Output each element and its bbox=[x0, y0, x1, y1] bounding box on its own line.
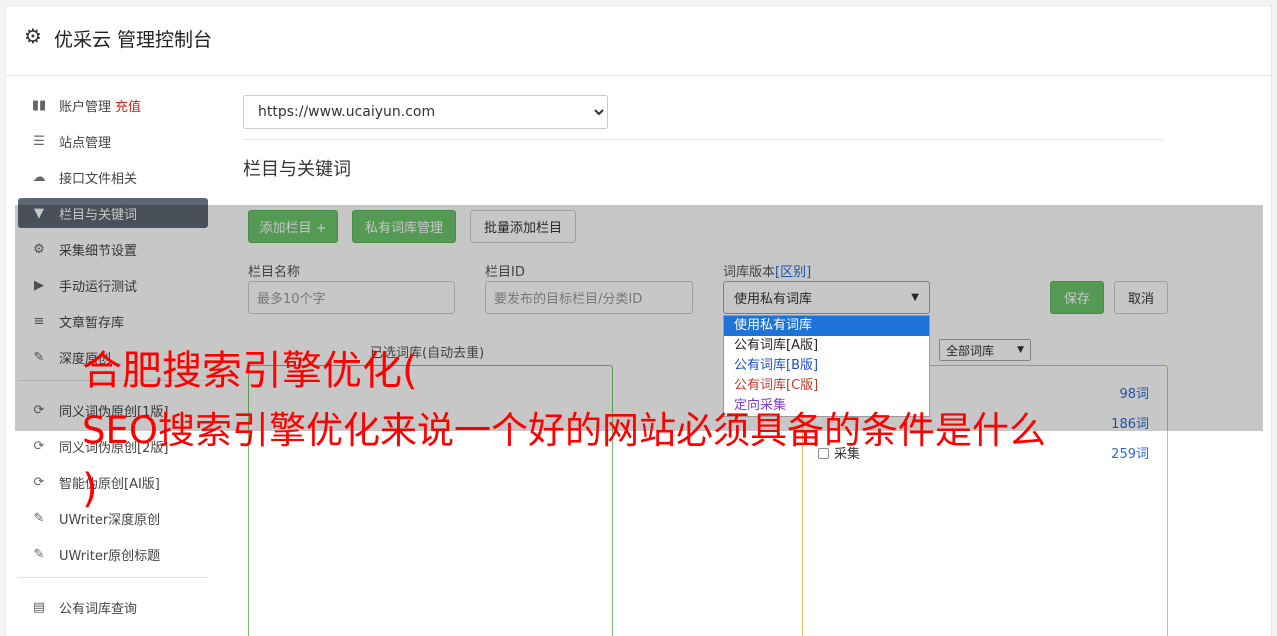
sidebar-item-label: 文章暂存库 bbox=[59, 315, 125, 331]
gear-icon: ⚙ bbox=[24, 24, 42, 48]
book-icon: ▤ bbox=[32, 599, 46, 615]
sidebar-item-collect-settings[interactable]: ⚙ 采集细节设置 bbox=[18, 234, 208, 264]
database-icon: ≡ bbox=[33, 313, 45, 329]
column-name-label: 栏目名称 bbox=[248, 265, 301, 280]
sidebar-item-ai-original[interactable]: ⟳ 智能伪原创[AI版] bbox=[18, 467, 208, 497]
sidebar-item-label: 手动运行测试 bbox=[59, 279, 138, 295]
filter-icon: ▼ bbox=[34, 205, 44, 221]
sidebar-item-label: 智能伪原创[AI版] bbox=[59, 476, 160, 492]
diff-link[interactable]: [区别] bbox=[775, 265, 811, 280]
divider bbox=[243, 139, 1163, 140]
column-id-label: 栏目ID bbox=[485, 265, 525, 280]
sidebar-item-interface[interactable]: ☁ 接口文件相关 bbox=[18, 162, 208, 192]
batch-add-button[interactable]: 批量添加栏目 bbox=[470, 210, 576, 243]
sidebar-item-label: UWriter原创标题 bbox=[59, 548, 161, 564]
sidebar-item-public-lib[interactable]: ▤ 公有词库查询 bbox=[18, 592, 208, 622]
sidebar-item-label: 公有词库查询 bbox=[59, 601, 138, 617]
sidebar-item-columns[interactable]: ▼ 栏目与关键词 bbox=[18, 198, 208, 228]
lib-version-label: 词库版本[区别] bbox=[723, 261, 811, 280]
lib-version-text: 词库版本 bbox=[723, 265, 776, 280]
refresh-icon: ⟳ bbox=[33, 402, 45, 418]
edit-icon: ✎ bbox=[33, 510, 45, 526]
recharge-link[interactable]: 充值 bbox=[115, 96, 141, 115]
site-select[interactable]: https://www.ucaiyun.com bbox=[243, 95, 608, 129]
sidebar-item-label: 站点管理 bbox=[59, 135, 112, 151]
sidebar-item-label: 采集细节设置 bbox=[59, 243, 138, 259]
edit-icon: ✎ bbox=[33, 546, 45, 562]
chevron-down-icon: ▼ bbox=[1017, 345, 1024, 355]
add-column-button[interactable]: 添加栏目 + bbox=[248, 210, 338, 243]
overlay-headline-1: 合肥搜索引擎优化( bbox=[82, 348, 418, 394]
sidebar-item-label: 接口文件相关 bbox=[59, 171, 138, 187]
header: ⚙ 优采云 管理控制台 bbox=[6, 6, 1271, 76]
sidebar-divider bbox=[18, 577, 208, 578]
page-title: 优采云 管理控制台 bbox=[54, 29, 213, 51]
sidebar-item-label: 栏目与关键词 bbox=[59, 207, 138, 223]
dropdown-option-public-c[interactable]: 公有词库[C版] bbox=[724, 376, 929, 396]
sidebar-item-account[interactable]: ▮▮ 账户管理 充值 bbox=[18, 90, 208, 120]
lib-count: 259词 bbox=[1111, 447, 1149, 462]
sidebar-item-manual-run[interactable]: ▶ 手动运行测试 bbox=[18, 270, 208, 300]
overlay-headline-2: SEO搜索引擎优化来说一个好的网站必须具备的条件是什么 bbox=[82, 409, 1046, 452]
sidebar-item-uwriter-title[interactable]: ✎ UWriter原创标题 bbox=[18, 539, 208, 569]
lib-count: 186词 bbox=[1111, 417, 1149, 432]
column-name-input[interactable]: 最多10个字 bbox=[248, 281, 455, 314]
column-id-input[interactable]: 要发布的目标栏目/分类ID bbox=[485, 281, 693, 314]
overlay-headline-3: ) bbox=[82, 466, 98, 512]
refresh-icon: ⟳ bbox=[33, 438, 45, 454]
lib-filter-value: 全部词库 bbox=[946, 343, 995, 358]
server-icon: ☰ bbox=[33, 133, 45, 149]
sidebar-item-uwriter-deep[interactable]: ✎ UWriter深度原创 bbox=[18, 503, 208, 533]
lib-filter-select[interactable]: 全部词库 ▼ bbox=[939, 339, 1031, 361]
dropdown-option-public-b[interactable]: 公有词库[B版] bbox=[724, 356, 929, 376]
chevron-down-icon: ▼ bbox=[911, 292, 919, 303]
lib-version-value: 使用私有词库 bbox=[734, 292, 813, 307]
private-lib-button[interactable]: 私有词库管理 bbox=[352, 210, 456, 243]
refresh-icon: ⟳ bbox=[33, 474, 45, 490]
sidebar-item-article-store[interactable]: ≡ 文章暂存库 bbox=[18, 306, 208, 336]
cancel-button[interactable]: 取消 bbox=[1114, 281, 1168, 314]
cloud-upload-icon: ☁ bbox=[32, 169, 46, 185]
sidebar-item-sites[interactable]: ☰ 站点管理 bbox=[18, 126, 208, 156]
lib-version-dropdown: 使用私有词库 公有词库[A版] 公有词库[B版] 公有词库[C版] 定向采集 bbox=[723, 315, 930, 417]
sidebar-item-label: UWriter深度原创 bbox=[59, 512, 161, 528]
save-button[interactable]: 保存 bbox=[1050, 281, 1104, 314]
play-circle-icon: ▶ bbox=[34, 277, 44, 293]
bar-chart-icon: ▮▮ bbox=[31, 97, 47, 113]
edit-icon: ✎ bbox=[33, 349, 45, 365]
dropdown-option-private[interactable]: 使用私有词库 bbox=[724, 316, 929, 336]
section-title: 栏目与关键词 bbox=[243, 159, 351, 180]
sidebar-item-label: 账户管理 bbox=[59, 99, 112, 115]
gears-icon: ⚙ bbox=[33, 241, 45, 257]
lib-count: 98词 bbox=[1119, 387, 1149, 402]
dropdown-option-public-a[interactable]: 公有词库[A版] bbox=[724, 336, 929, 356]
lib-version-select[interactable]: 使用私有词库 ▼ bbox=[723, 281, 930, 314]
selected-lib-box[interactable] bbox=[248, 365, 613, 636]
